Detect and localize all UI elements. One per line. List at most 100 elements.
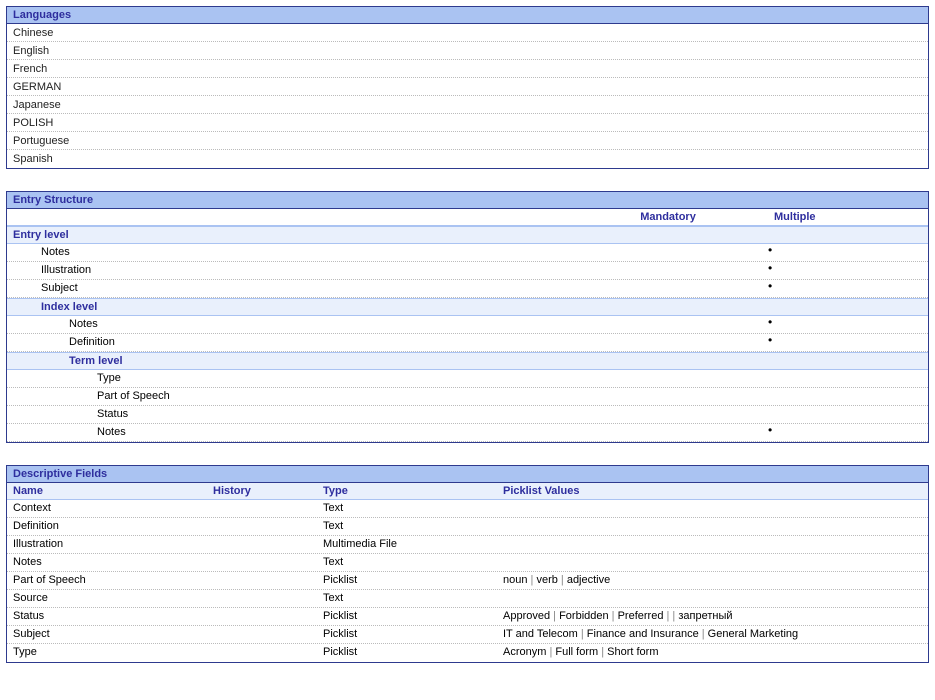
- field-name: Source: [7, 590, 207, 607]
- entry-structure-row: Subject •: [7, 280, 928, 298]
- multiple-cell: [768, 406, 928, 423]
- languages-title: Languages: [7, 7, 928, 24]
- field-name: Context: [7, 500, 207, 517]
- language-item: GERMAN: [7, 78, 928, 96]
- field-name: Type: [7, 644, 207, 662]
- multiple-cell: •: [768, 244, 928, 261]
- multiple-cell: •: [768, 316, 928, 333]
- language-item: English: [7, 42, 928, 60]
- languages-list: ChineseEnglishFrenchGERMANJapanesePOLISH…: [7, 24, 928, 168]
- level-header: Index level: [7, 298, 928, 316]
- field-picklist-values: [497, 536, 928, 553]
- field-type: Picklist: [317, 608, 497, 625]
- descriptive-fields-title: Descriptive Fields: [7, 466, 928, 483]
- mandatory-cell: [568, 262, 768, 279]
- field-history: [207, 536, 317, 553]
- field-history: [207, 626, 317, 643]
- multiple-cell: [768, 370, 928, 387]
- field-name: Status: [7, 608, 207, 625]
- level-header: Term level: [7, 352, 928, 370]
- field-picklist-values: [497, 500, 928, 517]
- entry-structure-row: Definition•: [7, 334, 928, 352]
- multiple-cell: •: [768, 262, 928, 279]
- entry-structure-title: Entry Structure: [7, 192, 928, 209]
- header-type: Type: [317, 483, 497, 499]
- field-type: Text: [317, 590, 497, 607]
- entry-structure-panel: Entry Structure Mandatory Multiple Entry…: [6, 191, 929, 443]
- descriptive-field-row: Context Text: [7, 500, 928, 518]
- entry-field-label: Subject: [7, 280, 568, 297]
- entry-structure-row: Type: [7, 370, 928, 388]
- field-type: Text: [317, 554, 497, 571]
- mandatory-cell: [568, 280, 768, 297]
- entry-field-label: Notes: [7, 424, 568, 441]
- field-type: Multimedia File: [317, 536, 497, 553]
- field-picklist-values: noun | verb | adjective: [497, 572, 928, 589]
- field-name: Notes: [7, 554, 207, 571]
- descriptive-field-row: Status PicklistApproved | Forbidden | Pre…: [7, 608, 928, 626]
- mandatory-cell: [568, 406, 768, 423]
- mandatory-cell: [568, 388, 768, 405]
- field-picklist-values: IT and Telecom | Finance and Insurance |…: [497, 626, 928, 643]
- header-history: History: [207, 483, 317, 499]
- entry-structure-row: Status: [7, 406, 928, 424]
- descriptive-field-row: Subject PicklistIT and Telecom | Finance …: [7, 626, 928, 644]
- field-picklist-values: [497, 554, 928, 571]
- field-picklist-values: Acronym | Full form | Short form: [497, 644, 928, 662]
- languages-panel: Languages ChineseEnglishFrenchGERMANJapa…: [6, 6, 929, 169]
- field-type: Picklist: [317, 644, 497, 662]
- field-type: Picklist: [317, 626, 497, 643]
- field-picklist-values: [497, 590, 928, 607]
- entry-field-label: Notes: [7, 244, 568, 261]
- header-name: Name: [7, 483, 207, 499]
- multiple-cell: [768, 388, 928, 405]
- header-picklist-values: Picklist Values: [497, 483, 928, 499]
- field-history: [207, 554, 317, 571]
- field-history: [207, 590, 317, 607]
- descriptive-fields-panel: Descriptive Fields Name History Type Pic…: [6, 465, 929, 663]
- multiple-cell: •: [768, 424, 928, 441]
- entry-field-label: Status: [7, 406, 568, 423]
- field-name: Subject: [7, 626, 207, 643]
- mandatory-cell: [568, 334, 768, 351]
- field-history: [207, 644, 317, 662]
- language-item: Spanish: [7, 150, 928, 168]
- descriptive-fields-headers: Name History Type Picklist Values: [7, 483, 928, 500]
- header-mandatory: Mandatory: [568, 209, 768, 225]
- entry-structure-headers: Mandatory Multiple: [7, 209, 928, 226]
- language-item: Japanese: [7, 96, 928, 114]
- mandatory-cell: [568, 370, 768, 387]
- field-history: [207, 572, 317, 589]
- field-name: Illustration: [7, 536, 207, 553]
- field-type: Text: [317, 500, 497, 517]
- field-history: [207, 518, 317, 535]
- field-picklist-values: [497, 518, 928, 535]
- descriptive-field-row: Source Text: [7, 590, 928, 608]
- entry-structure-row: Notes•: [7, 316, 928, 334]
- mandatory-cell: [568, 244, 768, 261]
- language-item: French: [7, 60, 928, 78]
- field-type: Text: [317, 518, 497, 535]
- field-picklist-values: Approved | Forbidden | Preferred | | зап…: [497, 608, 928, 625]
- mandatory-cell: [568, 424, 768, 441]
- multiple-cell: •: [768, 280, 928, 297]
- entry-field-label: Definition: [7, 334, 568, 351]
- descriptive-fields-body: Context Text Definition Text Illustration Mul…: [7, 500, 928, 662]
- entry-structure-row: Notes •: [7, 244, 928, 262]
- descriptive-field-row: Definition Text: [7, 518, 928, 536]
- mandatory-cell: [568, 316, 768, 333]
- entry-structure-row: Illustration •: [7, 262, 928, 280]
- entry-structure-body: Entry levelNotes•Illustration•Subject•In…: [7, 226, 928, 442]
- descriptive-field-row: Part of SpeechPicklistnoun | verb | adje…: [7, 572, 928, 590]
- entry-field-label: Type: [7, 370, 568, 387]
- descriptive-field-row: Type PicklistAcronym | Full form | Short …: [7, 644, 928, 662]
- entry-field-label: Illustration: [7, 262, 568, 279]
- language-item: Portuguese: [7, 132, 928, 150]
- field-name: Definition: [7, 518, 207, 535]
- field-type: Picklist: [317, 572, 497, 589]
- language-item: POLISH: [7, 114, 928, 132]
- field-history: [207, 608, 317, 625]
- descriptive-field-row: Notes Text: [7, 554, 928, 572]
- descriptive-field-row: Illustration Multimedia File: [7, 536, 928, 554]
- language-item: Chinese: [7, 24, 928, 42]
